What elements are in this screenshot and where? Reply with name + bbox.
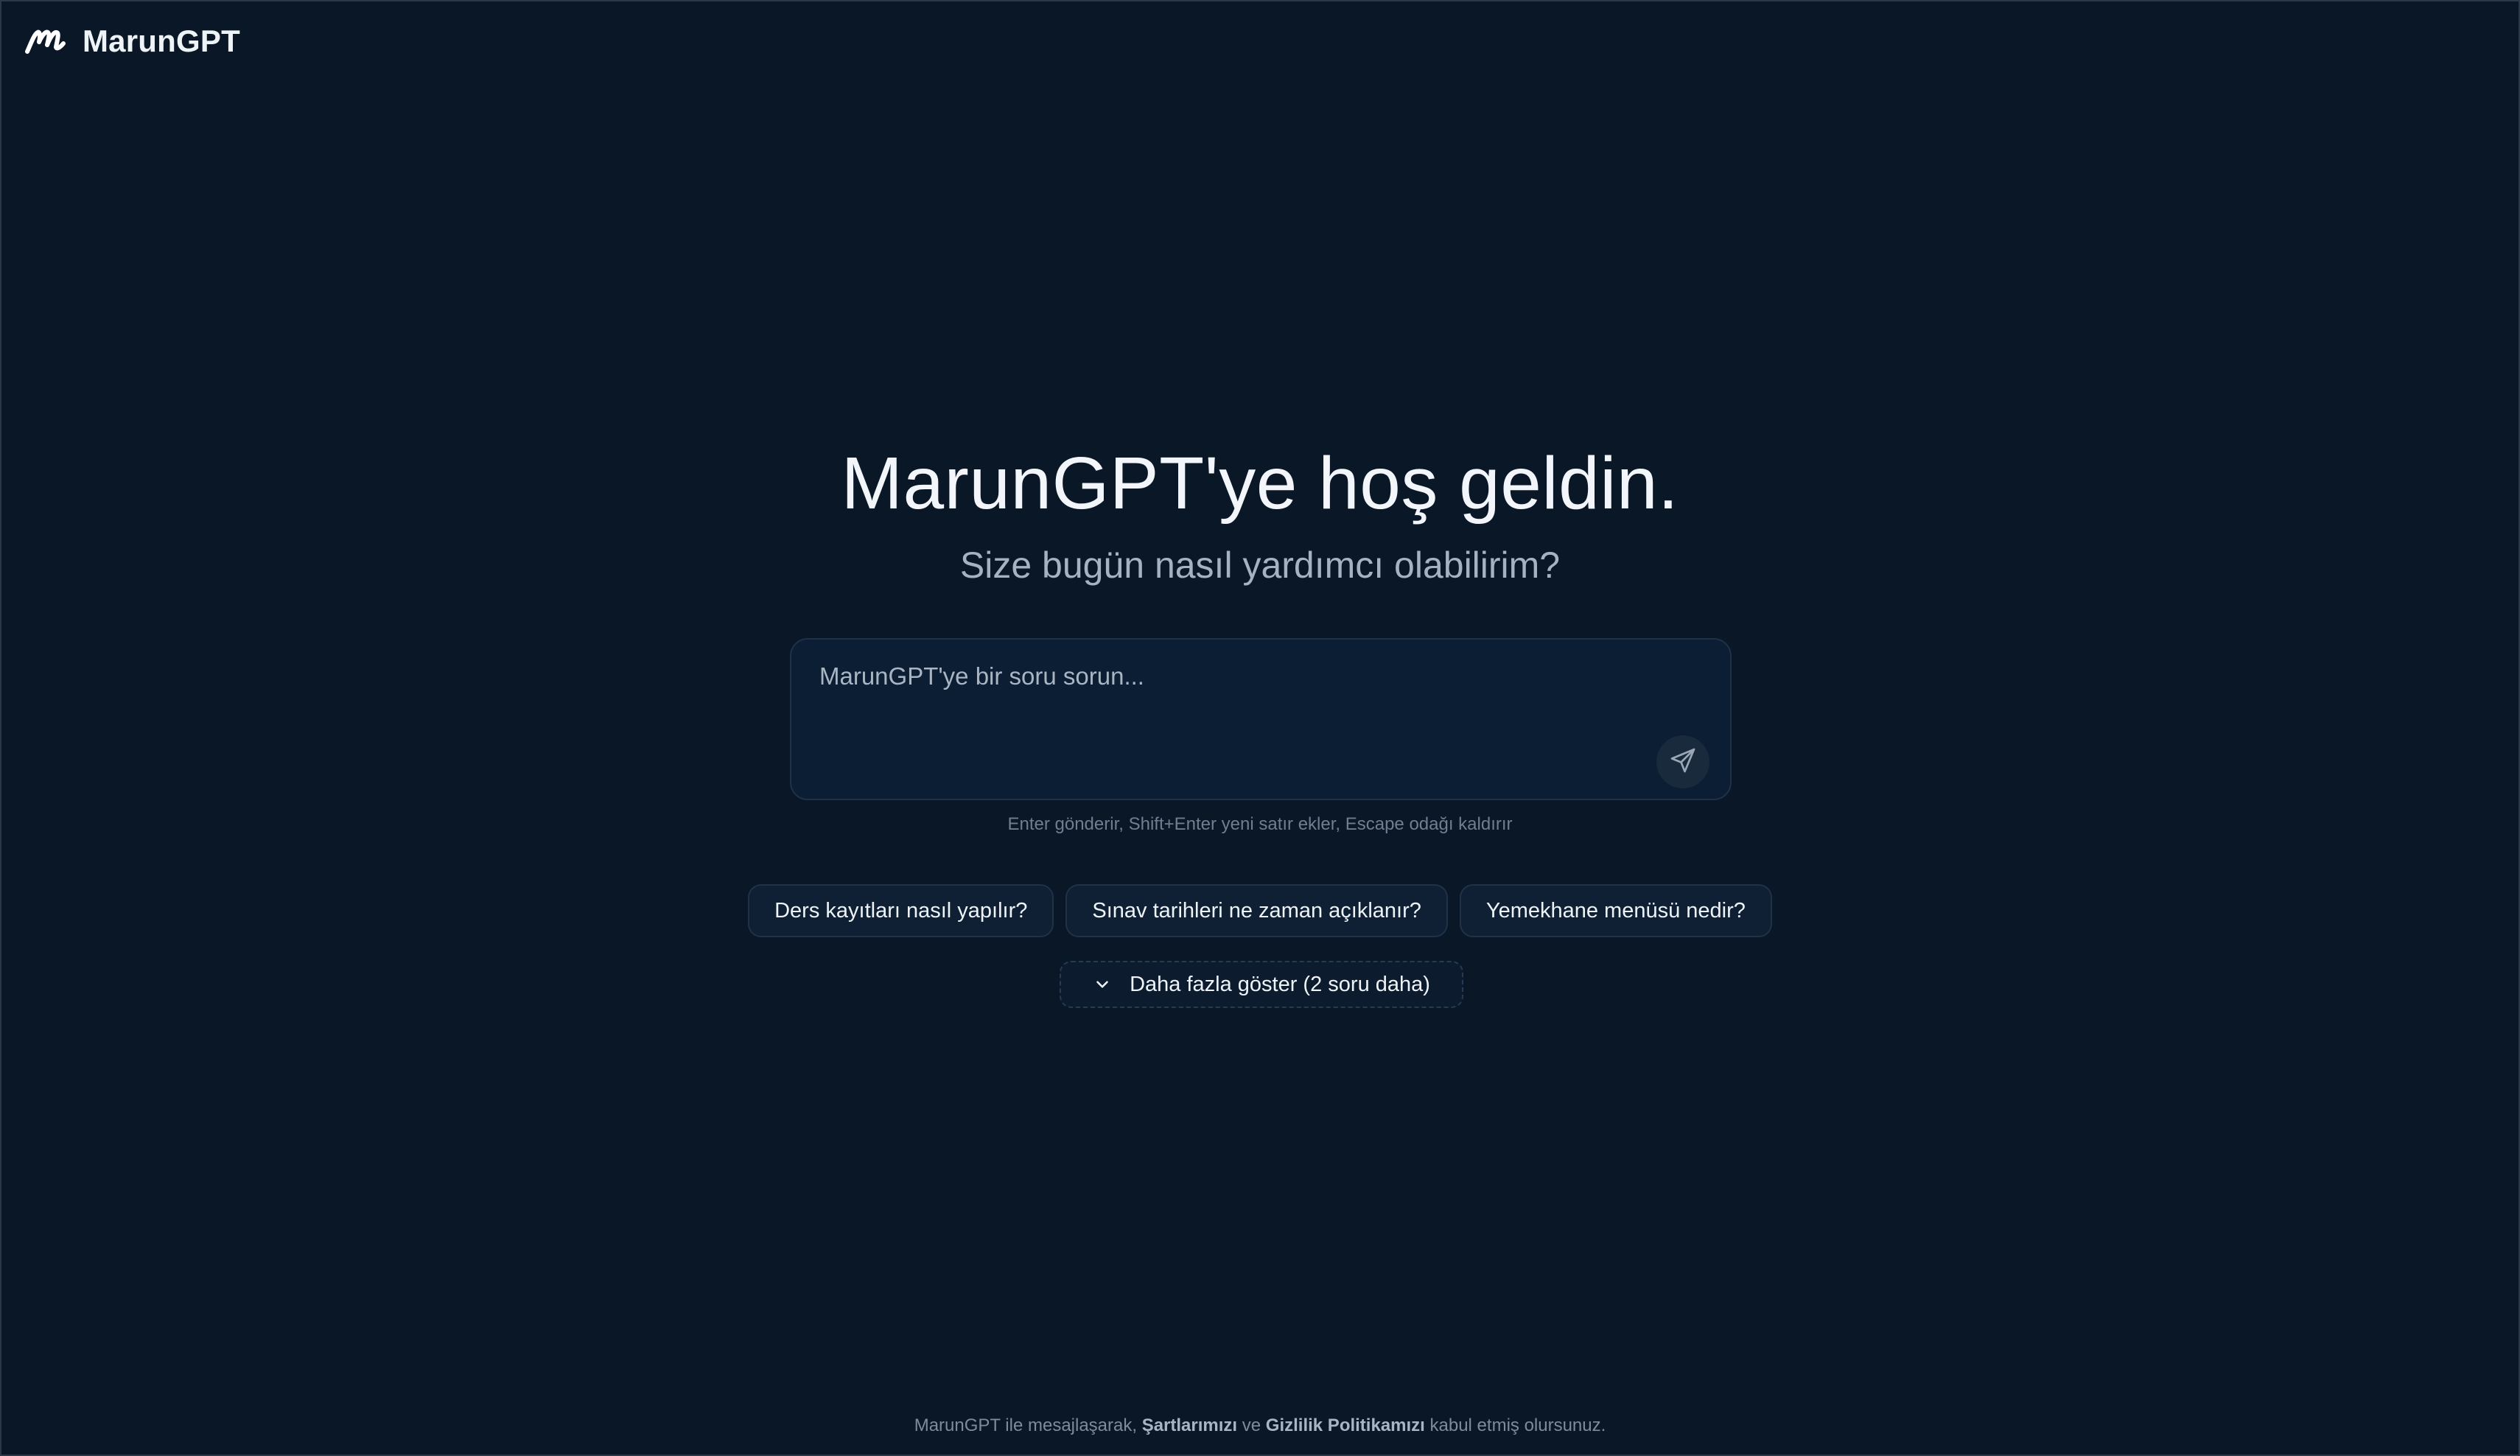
message-input[interactable] [819,660,1615,771]
terms-notice: MarunGPT ile mesajlaşarak, Şartlarımızı … [1,1413,2519,1438]
terms-middle: ve [1237,1415,1266,1435]
marun-logo-icon [25,27,68,55]
welcome-title: MarunGPT'ye hoş geldin. [841,442,1679,525]
send-icon [1668,746,1698,779]
welcome-subtitle: Size bugün nasıl yardımcı olabilirim? [959,545,1561,586]
terms-link[interactable]: Şartlarımızı [1142,1415,1237,1435]
brand-name: MarunGPT [83,24,240,58]
chevron-down-icon [1093,975,1112,994]
keyboard-hint: Enter gönderir, Shift+Enter yeni satır e… [1007,814,1513,834]
show-more-button[interactable]: Daha fazla göster (2 soru daha) [1060,961,1463,1008]
message-composer [790,638,1732,800]
privacy-policy-link[interactable]: Gizlilik Politikamızı [1266,1415,1425,1435]
brand-home-link[interactable]: MarunGPT [25,21,240,62]
suggestion-chip[interactable]: Ders kayıtları nasıl yapılır? [748,884,1054,937]
send-button[interactable] [1656,735,1709,788]
suggestion-chip[interactable]: Sınav tarihleri ne zaman açıklanır? [1065,884,1448,937]
terms-prefix: MarunGPT ile mesajlaşarak, [914,1415,1142,1435]
suggestion-list: Ders kayıtları nasıl yapılır? Sınav tari… [1,884,2519,937]
suggestion-chip[interactable]: Yemekhane menüsü nedir? [1459,884,1772,937]
terms-suffix: kabul etmiş olursunuz. [1424,1415,1606,1435]
show-more-label: Daha fazla göster (2 soru daha) [1130,972,1430,996]
